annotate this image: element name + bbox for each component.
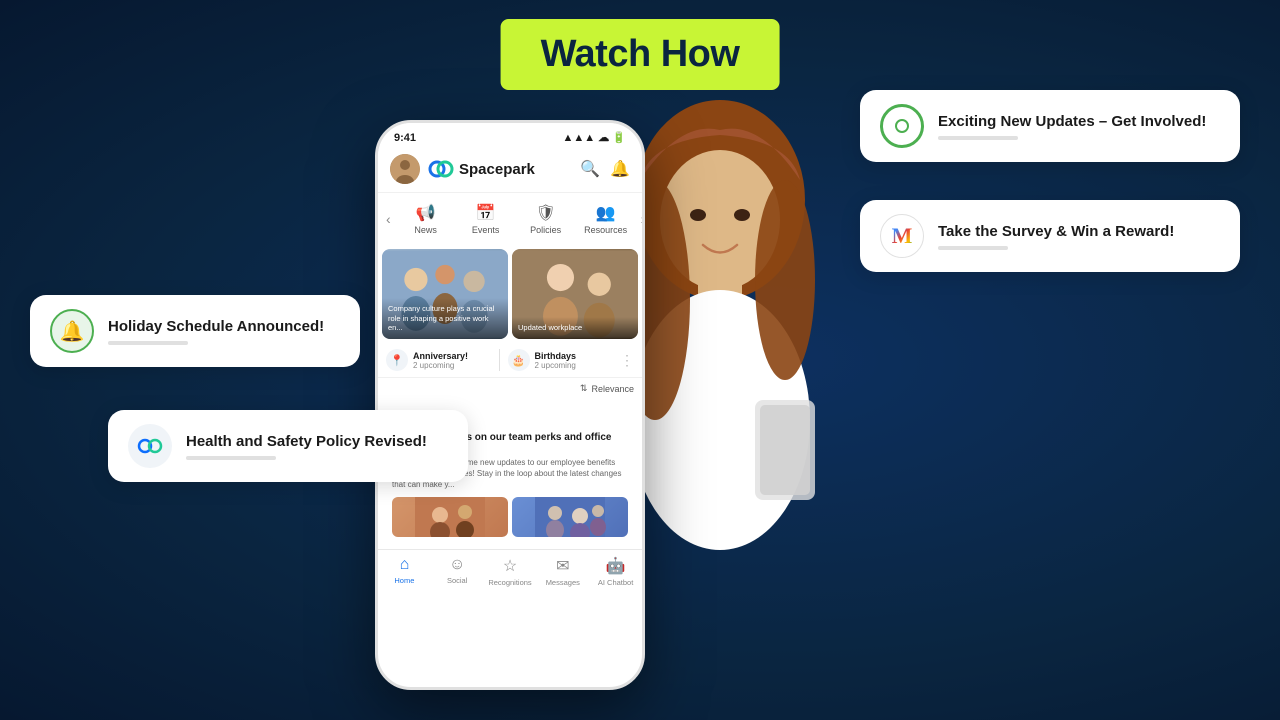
- feed-image-2: [512, 497, 628, 537]
- social-label: Social: [447, 576, 467, 585]
- exciting-title: Exciting New Updates – Get Involved!: [938, 113, 1220, 130]
- nav-next-button[interactable]: ›: [637, 197, 642, 241]
- nav-tabs[interactable]: ‹ 📢 News 📅 Events 🛡 Policies 👥 Resources…: [378, 193, 642, 245]
- health-notification-card[interactable]: Health and Safety Policy Revised!: [108, 410, 468, 482]
- holiday-notification-card[interactable]: 🔔 Holiday Schedule Announced!: [30, 295, 360, 367]
- anniversary-item[interactable]: 📍 Anniversary! 2 upcoming: [386, 349, 491, 371]
- ai-chatbot-icon: 🤖: [606, 556, 626, 576]
- status-time: 9:41: [394, 132, 416, 144]
- events-icon: 📅: [476, 203, 496, 223]
- news-icon: 📢: [416, 203, 436, 223]
- survey-notification-text: Take the Survey & Win a Reward!: [938, 223, 1220, 250]
- resources-icon: 👥: [596, 203, 616, 223]
- phone-mockup: 9:41 ▲▲▲ ☁ 🔋 Spacepark 🔍 🔔 ‹ 📢: [375, 120, 645, 690]
- birthdays-text: Birthdays 2 upcoming: [535, 351, 577, 370]
- filter-icon: ⇅: [580, 383, 588, 394]
- more-dots-icon[interactable]: ⋮: [620, 349, 634, 371]
- birthdays-title: Birthdays: [535, 351, 577, 361]
- recognitions-icon: ☆: [503, 556, 517, 576]
- survey-notification-card[interactable]: M Take the Survey & Win a Reward!: [860, 200, 1240, 272]
- tab-resources-label: Resources: [584, 225, 627, 235]
- gmail-icon: M: [880, 214, 924, 258]
- birthdays-item[interactable]: 🎂 Birthdays 2 upcoming: [508, 349, 613, 371]
- birthdays-subtitle: 2 upcoming: [535, 361, 577, 370]
- health-title: Health and Safety Policy Revised!: [186, 433, 448, 450]
- tab-news[interactable]: 📢 News: [397, 197, 455, 241]
- anniversary-icon: 📍: [386, 349, 408, 371]
- header-action-icons[interactable]: 🔍 🔔: [580, 159, 630, 179]
- progress-bar-health: [186, 456, 276, 460]
- filter-label: Relevance: [591, 384, 634, 394]
- social-icon: ☺: [449, 556, 465, 574]
- card-1-text: Company culture plays a crucial role in …: [382, 298, 508, 339]
- card-2-text: Updated workplace: [512, 317, 638, 339]
- ai-chatbot-label: AI Chatbot: [598, 578, 633, 587]
- feed-filter-bar[interactable]: ⇅ Relevance: [378, 378, 642, 399]
- divider: [499, 349, 500, 371]
- bottom-nav-messages[interactable]: ✉ Messages: [536, 556, 589, 587]
- tab-events-label: Events: [472, 225, 500, 235]
- messages-label: Messages: [546, 578, 580, 587]
- app-name-label: Spacepark: [459, 161, 535, 178]
- featured-card-1[interactable]: Company culture plays a crucial role in …: [382, 249, 508, 339]
- watch-how-button[interactable]: Watch How: [501, 19, 780, 90]
- recognitions-label: Recognitions: [488, 578, 531, 587]
- health-notification-text: Health and Safety Policy Revised!: [186, 433, 448, 460]
- status-bar: 9:41 ▲▲▲ ☁ 🔋: [378, 123, 642, 148]
- green-circle-icon: [880, 104, 924, 148]
- anniversary-subtitle: 2 upcoming: [413, 361, 468, 370]
- spacepark-logo-icon: [428, 156, 454, 182]
- exciting-notification-card[interactable]: Exciting New Updates – Get Involved!: [860, 90, 1240, 162]
- bottom-nav-ai-chatbot[interactable]: 🤖 AI Chatbot: [589, 556, 642, 587]
- status-icons: ▲▲▲ ☁ 🔋: [563, 131, 626, 144]
- spacepark-small-icon: [128, 424, 172, 468]
- survey-title: Take the Survey & Win a Reward!: [938, 223, 1220, 240]
- home-label: Home: [394, 576, 414, 585]
- feed-card-images: [392, 497, 628, 537]
- app-logo: Spacepark: [428, 156, 572, 182]
- progress-bar: [108, 341, 188, 345]
- app-header: Spacepark 🔍 🔔: [378, 148, 642, 193]
- bottom-nav-social[interactable]: ☺ Social: [431, 556, 484, 587]
- tab-policies-label: Policies: [530, 225, 561, 235]
- birthday-icon: 🎂: [508, 349, 530, 371]
- watch-how-label: Watch How: [541, 33, 740, 75]
- feed-image-1: [392, 497, 508, 537]
- avatar[interactable]: [390, 154, 420, 184]
- progress-bar-exciting: [938, 136, 1018, 140]
- anniversary-title: Anniversary!: [413, 351, 468, 361]
- nav-prev-button[interactable]: ‹: [382, 197, 395, 241]
- bottom-nav-home[interactable]: ⌂ Home: [378, 556, 431, 587]
- messages-icon: ✉: [556, 556, 569, 576]
- featured-card-2[interactable]: Updated workplace: [512, 249, 638, 339]
- bottom-navigation[interactable]: ⌂ Home ☺ Social ☆ Recognitions ✉ Message…: [378, 549, 642, 591]
- tab-resources[interactable]: 👥 Resources: [577, 197, 635, 241]
- bell-notification-icon[interactable]: 🔔: [610, 159, 630, 179]
- tab-news-label: News: [414, 225, 437, 235]
- search-icon[interactable]: 🔍: [580, 159, 600, 179]
- policies-icon: 🛡: [536, 203, 556, 223]
- exciting-notification-text: Exciting New Updates – Get Involved!: [938, 113, 1220, 140]
- bell-icon: 🔔: [50, 309, 94, 353]
- bottom-nav-recognitions[interactable]: ☆ Recognitions: [484, 556, 537, 587]
- tab-policies[interactable]: 🛡 Policies: [517, 197, 575, 241]
- holiday-title: Holiday Schedule Announced!: [108, 318, 340, 335]
- featured-cards-row: Company culture plays a crucial role in …: [378, 245, 642, 343]
- holiday-notification-text: Holiday Schedule Announced!: [108, 318, 340, 345]
- anniversary-text: Anniversary! 2 upcoming: [413, 351, 468, 370]
- home-icon: ⌂: [400, 556, 410, 574]
- upcoming-section: 📍 Anniversary! 2 upcoming 🎂 Birthdays 2 …: [378, 343, 642, 378]
- progress-bar-survey: [938, 246, 1008, 250]
- tab-events[interactable]: 📅 Events: [457, 197, 515, 241]
